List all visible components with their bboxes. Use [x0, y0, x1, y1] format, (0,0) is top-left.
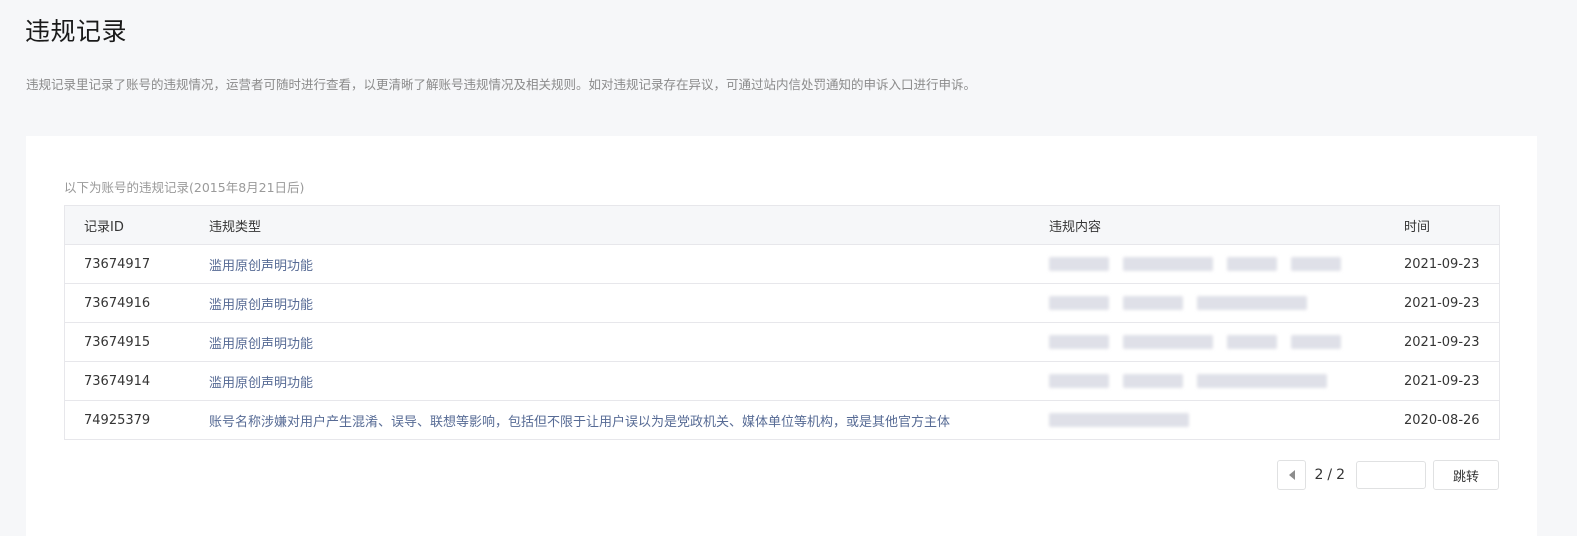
jump-button[interactable]: 跳转 [1433, 460, 1499, 490]
table-row: 73674915 滥用原创声明功能 2021-09-23 [64, 322, 1500, 362]
violation-type: 滥用原创声明功能 [209, 244, 1049, 284]
panel-caption: 以下为账号的违规记录(2015年8月21日后) [64, 180, 305, 195]
violation-content-redacted [1049, 401, 1404, 440]
caret-left-icon [1288, 470, 1295, 480]
header-record-id: 记录ID [64, 205, 209, 245]
table-header-row: 记录ID 违规类型 违规内容 时间 [64, 205, 1500, 245]
record-time: 2021-09-23 [1404, 283, 1500, 323]
page-title: 违规记录 [25, 17, 128, 46]
record-time: 2021-09-23 [1404, 322, 1500, 362]
table-row: 73674914 滥用原创声明功能 2021-09-23 [64, 361, 1500, 401]
record-id: 73674916 [64, 283, 209, 323]
record-id: 73674917 [64, 244, 209, 284]
page-jump-input[interactable] [1356, 461, 1426, 489]
record-id: 74925379 [84, 412, 151, 428]
header-time: 时间 [1404, 205, 1500, 245]
records-table: 记录ID 违规类型 违规内容 时间 73674917 滥用原创声明功能 2021… [64, 205, 1500, 440]
table-row: 74925379 账号名称涉嫌对用户产生混淆、误导、联想等影响，包括但不限于让用… [65, 401, 1500, 440]
record-id: 73674915 [64, 322, 209, 362]
violation-content-redacted [1049, 283, 1404, 323]
current-page: 2 [1314, 467, 1324, 483]
record-time: 2020-08-26 [1404, 412, 1480, 428]
violation-content-redacted [1049, 244, 1404, 284]
pagination: 2 / 2 跳转 [1277, 460, 1499, 490]
record-time: 2021-09-23 [1404, 244, 1500, 284]
page-indicator: 2 / 2 [1314, 467, 1345, 483]
records-panel: 以下为账号的违规记录(2015年8月21日后) 记录ID 违规类型 违规内容 时… [26, 136, 1537, 536]
violation-type: 账号名称涉嫌对用户产生混淆、误导、联想等影响，包括但不限于让用户误以为是党政机关… [209, 414, 951, 430]
violation-type: 滥用原创声明功能 [209, 283, 1049, 323]
record-id: 73674914 [64, 361, 209, 401]
violation-content-redacted [1049, 361, 1404, 401]
table-row: 73674917 滥用原创声明功能 2021-09-23 [64, 244, 1500, 284]
table-row: 73674916 滥用原创声明功能 2021-09-23 [64, 283, 1500, 323]
header-violation-type: 违规类型 [209, 205, 1049, 245]
violation-type: 滥用原创声明功能 [209, 322, 1049, 362]
page-description: 违规记录里记录了账号的违规情况，运营者可随时进行查看，以更清晰了解账号违规情况及… [26, 77, 977, 92]
prev-page-button[interactable] [1277, 460, 1307, 490]
violation-content-redacted [1049, 322, 1404, 362]
page-separator: / [1327, 467, 1333, 483]
record-time: 2021-09-23 [1404, 361, 1500, 401]
total-pages: 2 [1336, 467, 1345, 483]
violation-type: 滥用原创声明功能 [209, 361, 1049, 401]
header-violation-content: 违规内容 [1049, 205, 1404, 245]
